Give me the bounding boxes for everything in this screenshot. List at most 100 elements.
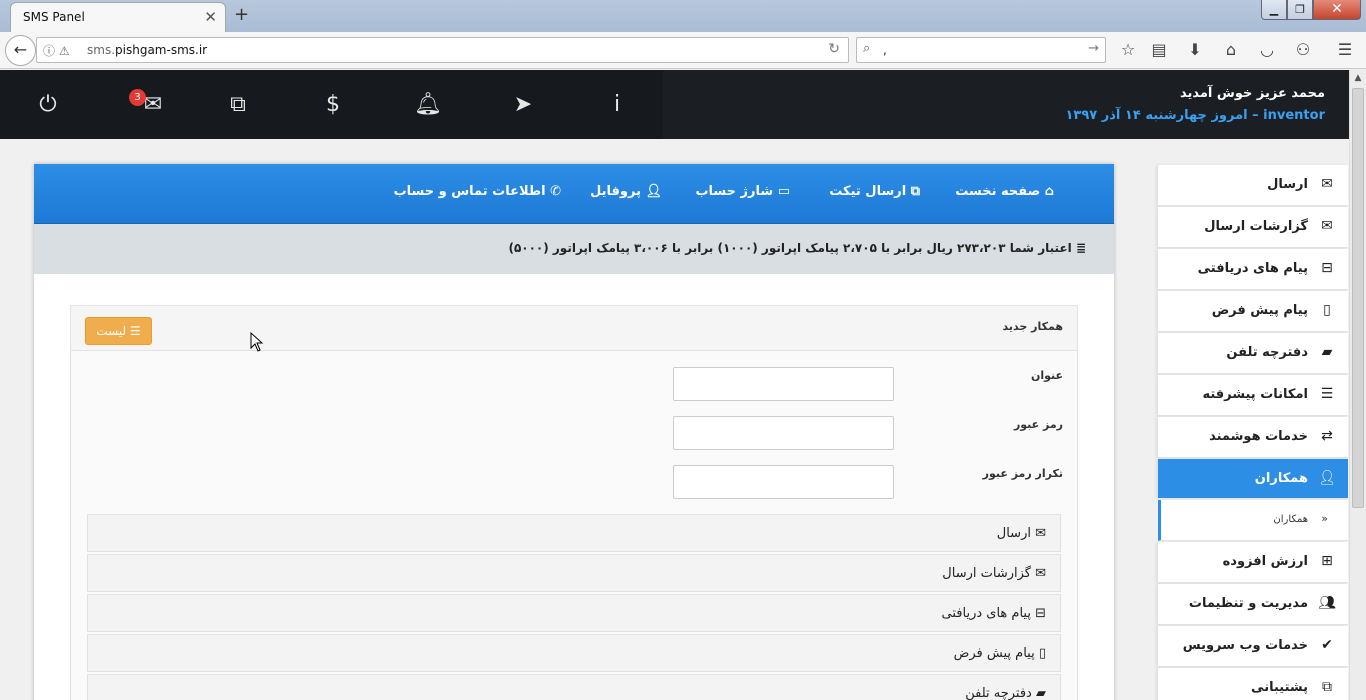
site-info-icon[interactable]: ⓘ ⚠ [43,42,70,59]
paper-plane-icon[interactable]: ➤ [508,92,538,118]
sidebar-item-label: مدیریت و تنظیمات [1188,596,1308,611]
envelope-icon: ✉ [1321,176,1333,192]
download-icon[interactable]: ⬇ [1185,40,1205,59]
search-bar[interactable]: ⌕ , → [856,37,1106,63]
password-repeat-label: تکرار رمز عبور [982,467,1063,480]
sidebar-item-default-message[interactable]: ▯ پیام پیش فرض [1158,291,1348,332]
scrollbar-thumb[interactable] [1352,88,1364,508]
sidebar-item-advanced[interactable]: ☰ امکانات پیشرفته [1158,375,1348,416]
separator: – [1252,108,1259,123]
power-icon[interactable]: ⏻ [33,92,63,118]
sidebar-item-inbox[interactable]: ⊟ پیام های دریافتی [1158,249,1348,290]
sidebar-item-web-service[interactable]: ✔ خدمات وب سرویس [1158,626,1348,667]
sidebar-item-label: پیام پیش فرض [1211,303,1308,318]
welcome-text: محمد عزیز خوش آمدید [1179,86,1325,101]
sidebar-subitem-colleagues[interactable]: » همکاران [1158,500,1348,541]
phone-icon: ✆ [545,184,561,199]
form-title: همکار جدید [1002,320,1063,333]
sidebar-item-label: خدمات وب سرویس [1182,638,1308,653]
menu-row-label: پیام پیش فرض [953,646,1035,661]
database-icon: ≣ [1071,241,1086,255]
user-date-line: inventor – امروز چهارشنبه ۱۴ آذر ۱۳۹۷ [1066,108,1326,123]
ticket-icon[interactable]: ⧉ [223,92,253,118]
bookmark-star-icon[interactable]: ☆ [1118,40,1138,59]
dollar-icon[interactable]: $ [318,92,348,118]
close-tab-icon[interactable]: ✕ [204,8,217,26]
sidebar-item-label: دفترچه تلفن [1226,345,1308,360]
password-label: رمز عبور [1013,418,1063,431]
main-panel: ⌂ صفحه نخست ⧉ ارسال تیکت ▭ شارژ حساب 👤︎ … [34,164,1114,700]
search-go-icon[interactable]: → [1088,41,1099,56]
sidebar-item-smart-services[interactable]: ⇄ خدمات هوشمند [1158,417,1348,458]
title-input[interactable] [673,367,894,401]
list-button[interactable]: ☰ لیست [85,317,152,345]
inbox-icon: ⊟ [1321,260,1333,276]
menu-row-inbox[interactable]: ⊟ پیام های دریافتی [87,594,1061,632]
list-icon: ☰ [1320,386,1334,402]
username[interactable]: inventor [1263,108,1325,123]
retweet-icon: ⇄ [1321,428,1333,444]
nav-ticket-label: ارسال تیکت [829,184,907,199]
menu-row-label: دفترچه تلفن [965,686,1032,700]
sidebar-item-management[interactable]: 👥︎ مدیریت و تنظیمات [1158,584,1348,625]
nav-charge-label: شارژ حساب [695,184,774,199]
sidebar-subitem-label: همکاران [1273,514,1308,525]
menu-row-send[interactable]: ✉ ارسال [87,514,1061,552]
credit-value: اعتبار شما ۲۷۳،۲۰۳ ریال برابر با ۲،۷۰۵ پ… [508,241,1072,255]
menu-row-send-reports[interactable]: ✉ گزارشات ارسال [87,554,1061,592]
header-icon-bar: ⏻ ✉ 3 ⧉ $ 🔔︎ ➤ i [0,70,663,139]
minimize-window-button[interactable]: ▁ [1261,0,1287,20]
list-button-label: لیست [96,324,127,338]
nav-profile[interactable]: 👤︎ پروفایل [590,184,662,199]
sidebar-item-send-reports[interactable]: ✉ گزارشات ارسال [1158,207,1348,248]
page-scrollbar[interactable]: ▲ [1349,70,1366,700]
maximize-window-button[interactable]: ❐ [1287,0,1313,20]
search-input-value[interactable]: , [883,43,887,57]
sidebar-item-send[interactable]: ✉ ارسال [1158,165,1348,206]
nav-contact-info[interactable]: ✆ اطلاعات تماس و حساب [394,184,561,199]
home-icon: ⌂ [1040,184,1054,199]
nav-charge-account[interactable]: ▭ شارژ حساب [695,184,790,199]
scroll-up-arrow-icon[interactable]: ▲ [1350,70,1366,87]
reading-list-icon[interactable]: ▤ [1149,40,1169,59]
password-repeat-input[interactable] [673,465,894,499]
menu-row-default-message[interactable]: ▯ پیام پیش فرض [87,634,1061,672]
info-icon[interactable]: i [602,92,632,118]
reload-icon[interactable]: ↻ [828,41,840,57]
sidebar-item-colleagues[interactable]: 👤︎ همکاران [1158,459,1348,499]
pocket-icon[interactable]: ◡ [1257,40,1277,59]
menu-row-phonebook[interactable]: ▰ دفترچه تلفن [87,674,1061,700]
title-label: عنوان [1030,369,1063,382]
browser-menu-icon[interactable]: ☰ [1335,40,1355,59]
sidebar-item-phonebook[interactable]: ▰ دفترچه تلفن [1158,333,1348,374]
home-icon[interactable]: ⌂ [1221,40,1241,59]
plus-square-icon: ⊞ [1321,553,1333,569]
mouse-cursor-icon [250,332,264,352]
search-icon: ⌕ [863,41,871,56]
close-window-button[interactable]: ✕ [1313,0,1361,20]
bell-icon[interactable]: 🔔︎ [413,92,443,118]
sidebar-item-support[interactable]: ⧉ پشتیبانی [1158,668,1348,700]
nav-profile-label: پروفایل [590,184,641,199]
form-header: همکار جدید ☰ لیست [71,306,1077,351]
back-arrow-icon[interactable]: ← [5,35,36,66]
tablet-icon: ▯ [1034,646,1046,661]
ticket-icon: ⧉ [906,184,920,199]
password-input[interactable] [673,416,894,450]
new-colleague-form: همکار جدید ☰ لیست عنوان رمز عبور تکرار ر… [70,305,1078,700]
url-text: sms.pishgam-sms.ir [87,43,208,57]
sidebar-item-label: همکاران [1254,471,1308,486]
account-icon[interactable]: ⚇ [1293,40,1313,59]
sidebar-item-value-added[interactable]: ⊞ ارزش افزوده [1158,542,1348,583]
tab-title: SMS Panel [23,10,85,24]
browser-tab[interactable]: SMS Panel ✕ [10,2,226,32]
url-bar[interactable]: ⓘ ⚠ sms.pishgam-sms.ir ↻ [36,37,849,63]
sidebar-item-label: خدمات هوشمند [1209,429,1308,444]
right-sidebar: ✉ ارسال ✉ گزارشات ارسال ⊟ پیام های دریافتی … [1158,165,1348,700]
nav-send-ticket[interactable]: ⧉ ارسال تیکت [829,184,920,199]
new-tab-icon[interactable]: + [234,4,249,25]
nav-home[interactable]: ⌂ صفحه نخست [955,184,1054,199]
envelope-outline-icon: ✉ [1030,566,1046,581]
menu-row-label: پیام های دریافتی [941,606,1031,621]
sidebar-item-label: گزارشات ارسال [1204,219,1308,234]
